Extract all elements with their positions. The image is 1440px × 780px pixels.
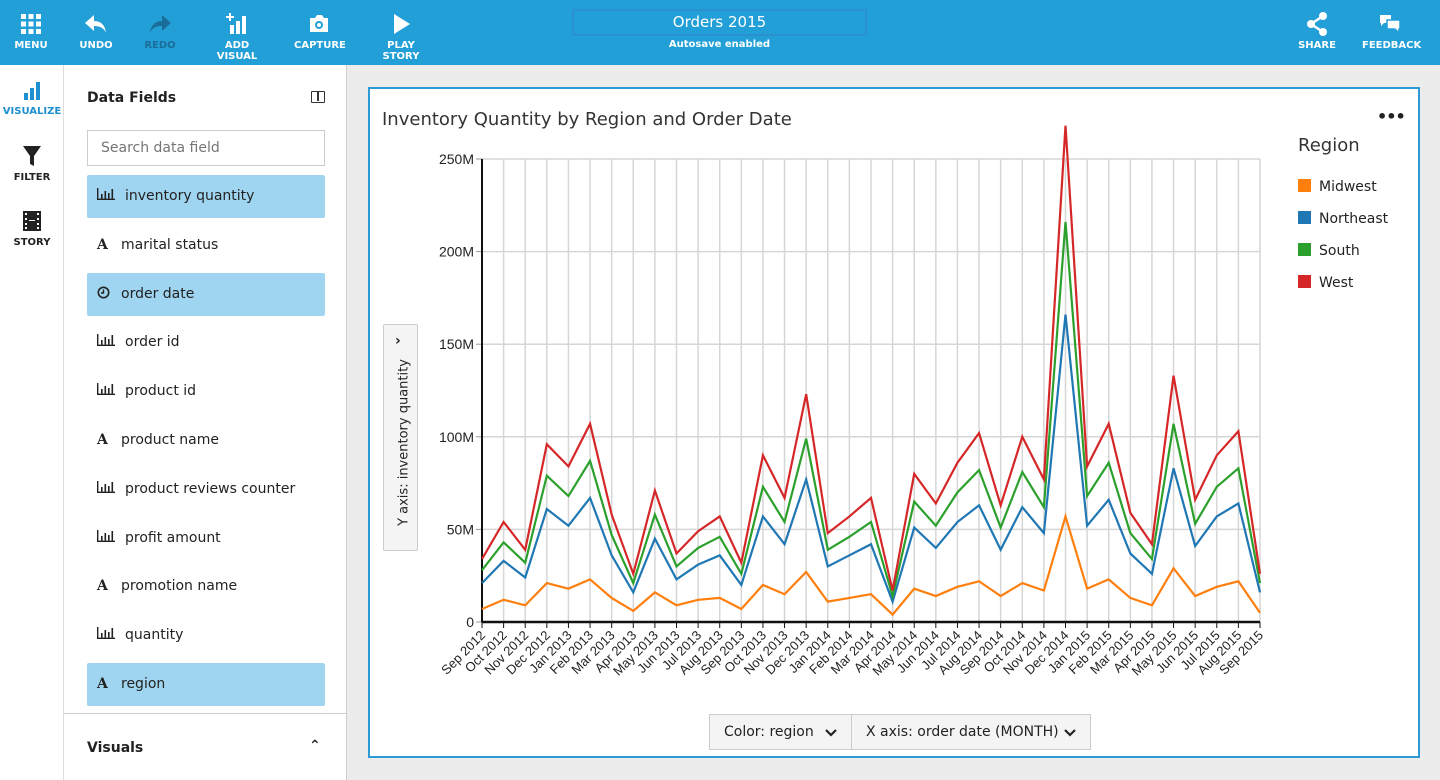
field-label: region [121, 676, 166, 692]
field-label: product id [125, 383, 197, 400]
bar-chart-icon [24, 82, 40, 100]
text-type-icon: A [97, 676, 108, 692]
field-item[interactable]: product id [87, 370, 325, 413]
data-fields-panel: Data Fields inventory quantity Amarital s… [64, 65, 347, 780]
nav-story[interactable]: STORY [0, 210, 64, 248]
y-tick-label: 50M [447, 521, 474, 537]
redo-button[interactable]: REDO [142, 12, 178, 51]
text-type-icon: A [97, 578, 108, 595]
menu-button[interactable]: MENU [14, 12, 48, 51]
add-visual-icon [226, 13, 246, 34]
undo-label: UNDO [79, 40, 113, 51]
menu-label: MENU [14, 40, 48, 51]
play-story-label: PLAY STORY [382, 40, 420, 62]
left-nav: VISUALIZE FILTER STORY [0, 65, 64, 780]
measure-icon [97, 370, 125, 413]
y-tick-label: 0 [466, 614, 474, 630]
text-type-icon: A [97, 236, 108, 253]
feedback-label: FEEDBACK [1362, 40, 1422, 51]
field-label: order id [125, 334, 180, 351]
share-icon [1307, 12, 1327, 36]
field-label: profit amount [125, 529, 221, 546]
autosave-status: Autosave enabled [668, 39, 771, 50]
measure-icon [97, 468, 125, 511]
capture-button[interactable]: CAPTURE [294, 12, 346, 51]
measure-icon [97, 321, 125, 364]
field-label: inventory quantity [125, 188, 255, 204]
add-visual-label: ADD VISUAL [216, 40, 258, 62]
share-button[interactable]: SHARE [1298, 12, 1336, 51]
field-label: order date [121, 285, 195, 302]
play-icon [394, 14, 410, 34]
field-item[interactable]: quantity [87, 614, 325, 657]
chevron-down-icon [825, 729, 837, 737]
y-tick-label: 150M [439, 336, 474, 352]
field-item[interactable]: profit amount [87, 517, 325, 560]
clock-icon [97, 273, 121, 316]
chevron-up-icon: ⌃ [309, 738, 321, 754]
feedback-icon [1380, 15, 1401, 35]
search-data-field-input[interactable] [87, 130, 325, 166]
measure-icon [97, 175, 125, 218]
visual-card[interactable]: Inventory Quantity by Region and Order D… [368, 87, 1420, 758]
grid-menu-icon [21, 14, 41, 34]
redo-label: REDO [144, 40, 176, 51]
top-toolbar: MENU UNDO REDO ADD VISUAL CAPTURE PLAY S… [0, 0, 1440, 65]
x-axis-field-well[interactable]: X axis: order date (MONTH) [851, 714, 1091, 750]
nav-visualize-label: VISUALIZE [2, 106, 62, 117]
data-fields-title: Data Fields [87, 90, 177, 106]
film-icon [23, 211, 41, 231]
measure-icon [97, 614, 125, 657]
field-item[interactable]: inventory quantity [87, 175, 325, 218]
undo-button[interactable]: UNDO [78, 12, 114, 51]
capture-label: CAPTURE [294, 40, 346, 51]
y-tick-label: 100M [439, 429, 474, 445]
nav-filter-label: FILTER [13, 172, 51, 183]
field-item[interactable]: Apromotion name [87, 565, 325, 608]
share-label: SHARE [1298, 40, 1336, 51]
play-story-button[interactable]: PLAY STORY [368, 12, 434, 62]
field-label: product reviews counter [125, 480, 296, 497]
color-field-well[interactable]: Color: region [709, 714, 852, 750]
field-label: promotion name [121, 578, 238, 595]
field-item[interactable]: order date [87, 272, 325, 316]
feedback-button[interactable]: FEEDBACK [1362, 12, 1422, 51]
field-item[interactable]: Aregion [87, 663, 325, 706]
nav-filter[interactable]: FILTER [0, 145, 64, 183]
field-item[interactable]: Aproduct name [87, 419, 325, 462]
camera-icon [310, 15, 328, 32]
nav-story-label: STORY [13, 237, 51, 248]
analysis-title-input[interactable]: Orders 2015 [572, 9, 867, 36]
field-item[interactable]: order id [87, 321, 325, 364]
visuals-label: Visuals [87, 740, 144, 756]
line-chart: 050M100M150M200M250MSep 2012Oct 2012Nov … [438, 125, 1266, 678]
undo-icon [85, 15, 106, 33]
collapse-panel-icon[interactable] [311, 91, 325, 103]
add-visual-button[interactable]: ADD VISUAL [204, 12, 270, 62]
color-well-label: Color: region [724, 724, 814, 740]
measure-icon [97, 517, 125, 560]
visuals-section-header[interactable]: Visuals ⌃ [64, 713, 347, 780]
x-axis-well-label: X axis: order date (MONTH) [866, 724, 1059, 740]
field-item[interactable]: product reviews counter [87, 468, 325, 511]
field-item[interactable]: Amarital status [87, 224, 325, 267]
chevron-down-icon [1064, 729, 1076, 737]
text-type-icon: A [97, 432, 108, 448]
redo-icon [150, 15, 171, 33]
nav-visualize[interactable]: VISUALIZE [0, 81, 64, 117]
field-label: quantity [125, 627, 184, 644]
y-tick-label: 250M [439, 151, 474, 167]
field-label: marital status [121, 236, 219, 253]
y-tick-label: 200M [439, 244, 474, 260]
filter-icon [23, 146, 41, 166]
field-label: product name [121, 432, 219, 448]
